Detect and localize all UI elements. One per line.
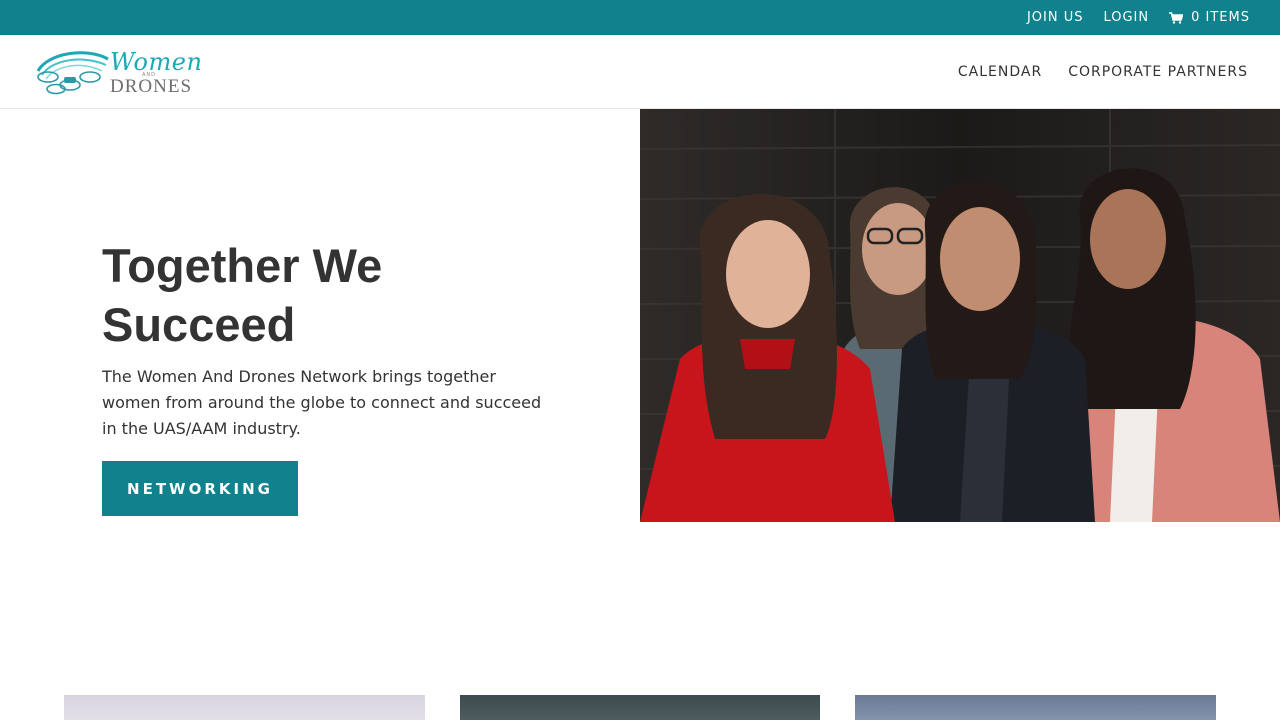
- drone-swoosh-logo-icon: [36, 51, 109, 95]
- cart-link[interactable]: 0 ITEMS: [1169, 10, 1250, 25]
- hero-title: Together We Succeed: [102, 239, 383, 351]
- hero-group-photo: [640, 109, 1280, 522]
- top-utility-bar: JOIN US LOGIN 0 ITEMS: [0, 0, 1280, 35]
- feature-card-3-image[interactable]: [855, 695, 1216, 720]
- logo-text-women: Women: [110, 48, 203, 76]
- join-us-link[interactable]: JOIN US: [1027, 10, 1084, 25]
- main-navigation: CALENDAR CORPORATE PARTNERS: [958, 35, 1248, 109]
- login-link[interactable]: LOGIN: [1103, 10, 1149, 25]
- shopping-cart-icon: [1169, 11, 1184, 24]
- hero-description: The Women And Drones Network brings toge…: [102, 367, 542, 438]
- nav-item-calendar[interactable]: CALENDAR: [958, 64, 1042, 80]
- nav-item-corporate-partners[interactable]: CORPORATE PARTNERS: [1068, 64, 1248, 80]
- feature-card-2-image[interactable]: [460, 695, 820, 720]
- logo-text-drones: DRONES: [110, 76, 193, 97]
- feature-card-1-image[interactable]: [64, 695, 425, 720]
- hero-text-block: Together We Succeed The Women And Drones…: [102, 236, 562, 442]
- networking-button[interactable]: NETWORKING: [102, 461, 298, 516]
- site-header: Women AND DRONES CALENDAR CORPORATE PART…: [0, 35, 1280, 109]
- cart-count-label: 0 ITEMS: [1191, 10, 1250, 25]
- group-of-women-photo-image: [640, 109, 1280, 522]
- site-logo[interactable]: Women AND DRONES: [34, 47, 202, 97]
